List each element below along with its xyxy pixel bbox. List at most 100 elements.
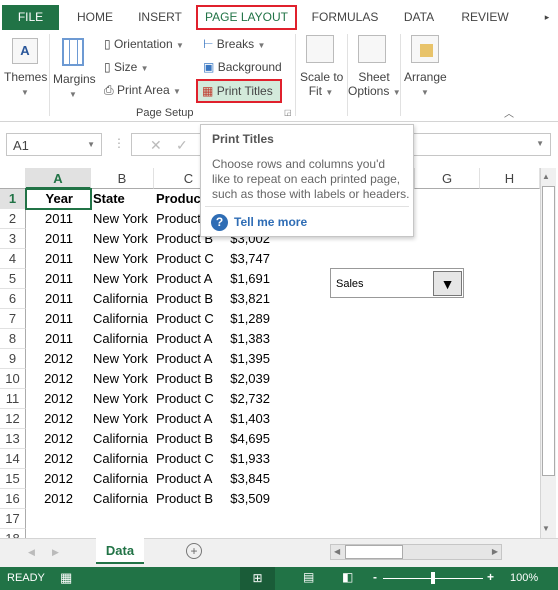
row-header[interactable]: 2 — [0, 209, 26, 229]
cell[interactable]: State — [91, 189, 154, 209]
new-sheet-icon[interactable]: + — [186, 543, 202, 559]
row-header[interactable]: 11 — [0, 389, 26, 409]
page-break-preview-icon[interactable]: ◧ — [342, 570, 353, 584]
row-header[interactable]: 18 — [0, 529, 26, 538]
cell[interactable]: 2011 — [26, 329, 91, 349]
row-header[interactable]: 8 — [0, 329, 26, 349]
row-header[interactable]: 4 — [0, 249, 26, 269]
cell[interactable]: Product C — [154, 249, 224, 269]
cell[interactable]: $1,691 — [224, 269, 282, 289]
collapse-ribbon-icon[interactable]: ︿ — [504, 105, 514, 120]
cell[interactable]: $3,509 — [224, 489, 282, 509]
cell[interactable]: 2011 — [26, 309, 91, 329]
print-area-button[interactable]: ⎙ Print Area ▼ — [104, 83, 181, 98]
cell[interactable]: New York — [91, 269, 154, 289]
row-header[interactable]: 7 — [0, 309, 26, 329]
cell[interactable]: California — [91, 469, 154, 489]
scroll-up-icon[interactable]: ▲ — [542, 172, 550, 181]
name-box[interactable]: A1 ▼ — [6, 133, 102, 156]
cell[interactable]: 2011 — [26, 289, 91, 309]
breaks-button[interactable]: ⊢ Breaks ▼ — [203, 37, 265, 51]
cell[interactable]: New York — [91, 209, 154, 229]
expand-formula-bar-icon[interactable]: ▼ — [536, 139, 544, 148]
cell[interactable]: New York — [91, 249, 154, 269]
cell[interactable]: $3,845 — [224, 469, 282, 489]
cell[interactable]: $4,695 — [224, 429, 282, 449]
tab-data[interactable]: DATA — [396, 5, 442, 30]
cell[interactable]: 2012 — [26, 349, 91, 369]
cell[interactable]: 2011 — [26, 249, 91, 269]
zoom-in-icon[interactable]: + — [487, 570, 494, 584]
cell[interactable]: $1,383 — [224, 329, 282, 349]
row-header[interactable]: 9 — [0, 349, 26, 369]
cell[interactable]: California — [91, 449, 154, 469]
arrange-button[interactable]: Arrange — [404, 70, 447, 84]
next-sheet-icon[interactable]: ▶ — [52, 547, 59, 558]
prev-sheet-icon[interactable]: ◀ — [28, 547, 35, 558]
tab-review[interactable]: REVIEW — [456, 5, 514, 30]
sales-combo-box[interactable]: Sales ▼ — [330, 268, 464, 298]
cell[interactable]: $1,289 — [224, 309, 282, 329]
sheet-tab-data[interactable]: Data — [96, 538, 144, 564]
print-titles-button[interactable]: ▦ Print Titles — [196, 79, 282, 103]
cell[interactable]: Product A — [154, 409, 224, 429]
cell[interactable]: 2012 — [26, 469, 91, 489]
background-button[interactable]: ▣ Background — [203, 60, 282, 74]
cell[interactable]: $2,039 — [224, 369, 282, 389]
cell[interactable]: Product A — [154, 269, 224, 289]
cell[interactable]: 2012 — [26, 369, 91, 389]
cell[interactable]: $1,395 — [224, 349, 282, 369]
cell[interactable]: Product C — [154, 389, 224, 409]
row-header[interactable]: 15 — [0, 469, 26, 489]
scroll-tabs-right-icon[interactable]: ▸ — [538, 5, 556, 30]
column-header-A[interactable]: A — [26, 168, 91, 189]
scale-to-fit-button[interactable]: Scale to Fit ▼ — [300, 70, 343, 98]
cell[interactable]: California — [91, 429, 154, 449]
column-header-H[interactable]: H — [480, 168, 540, 189]
orientation-button[interactable]: ▯ Orientation ▼ — [104, 37, 184, 51]
cell[interactable]: 2012 — [26, 429, 91, 449]
zoom-level[interactable]: 100% — [510, 572, 538, 584]
tab-page-layout[interactable]: PAGE LAYOUT — [196, 5, 297, 30]
themes-button[interactable]: Themes — [4, 70, 47, 84]
cell[interactable]: New York — [91, 409, 154, 429]
macro-record-icon[interactable]: ▦ — [60, 570, 72, 586]
row-header[interactable]: 1 — [0, 189, 26, 209]
size-button[interactable]: ▯ Size ▼ — [104, 60, 149, 74]
cell[interactable]: 2012 — [26, 449, 91, 469]
cell[interactable]: 2011 — [26, 209, 91, 229]
cell[interactable]: $3,821 — [224, 289, 282, 309]
vertical-scrollbar[interactable]: ▲ ▼ — [540, 168, 556, 538]
dialog-launcher-icon[interactable]: ◲ — [284, 108, 292, 117]
cell[interactable]: $1,403 — [224, 409, 282, 429]
cell[interactable]: Product A — [154, 329, 224, 349]
cell[interactable]: $2,732 — [224, 389, 282, 409]
cell[interactable]: New York — [91, 369, 154, 389]
cell[interactable]: Product B — [154, 429, 224, 449]
row-header[interactable]: 5 — [0, 269, 26, 289]
cell[interactable]: California — [91, 289, 154, 309]
cell[interactable]: New York — [91, 389, 154, 409]
cell[interactable]: Product A — [154, 469, 224, 489]
cell[interactable]: Product A — [154, 349, 224, 369]
tell-me-more-link[interactable]: Tell me more — [234, 215, 307, 229]
tab-insert[interactable]: INSERT — [132, 5, 188, 30]
cell[interactable]: Product B — [154, 369, 224, 389]
scroll-down-icon[interactable]: ▼ — [542, 524, 550, 533]
row-header[interactable]: 6 — [0, 289, 26, 309]
cell[interactable]: California — [91, 489, 154, 509]
scroll-left-icon[interactable]: ◀ — [334, 547, 340, 556]
cell[interactable]: New York — [91, 229, 154, 249]
zoom-out-icon[interactable]: - — [373, 570, 377, 584]
margins-button[interactable]: Margins — [53, 72, 96, 86]
cell[interactable]: Product B — [154, 489, 224, 509]
cell[interactable]: 2012 — [26, 489, 91, 509]
cancel-icon[interactable]: ✕ — [150, 137, 162, 154]
page-layout-view-icon[interactable]: ▤ — [303, 570, 314, 584]
cell[interactable]: California — [91, 329, 154, 349]
column-header-G[interactable]: G — [415, 168, 480, 189]
row-header[interactable]: 16 — [0, 489, 26, 509]
cell[interactable]: Product B — [154, 289, 224, 309]
cell[interactable]: Product C — [154, 309, 224, 329]
tab-file[interactable]: FILE — [2, 5, 59, 30]
